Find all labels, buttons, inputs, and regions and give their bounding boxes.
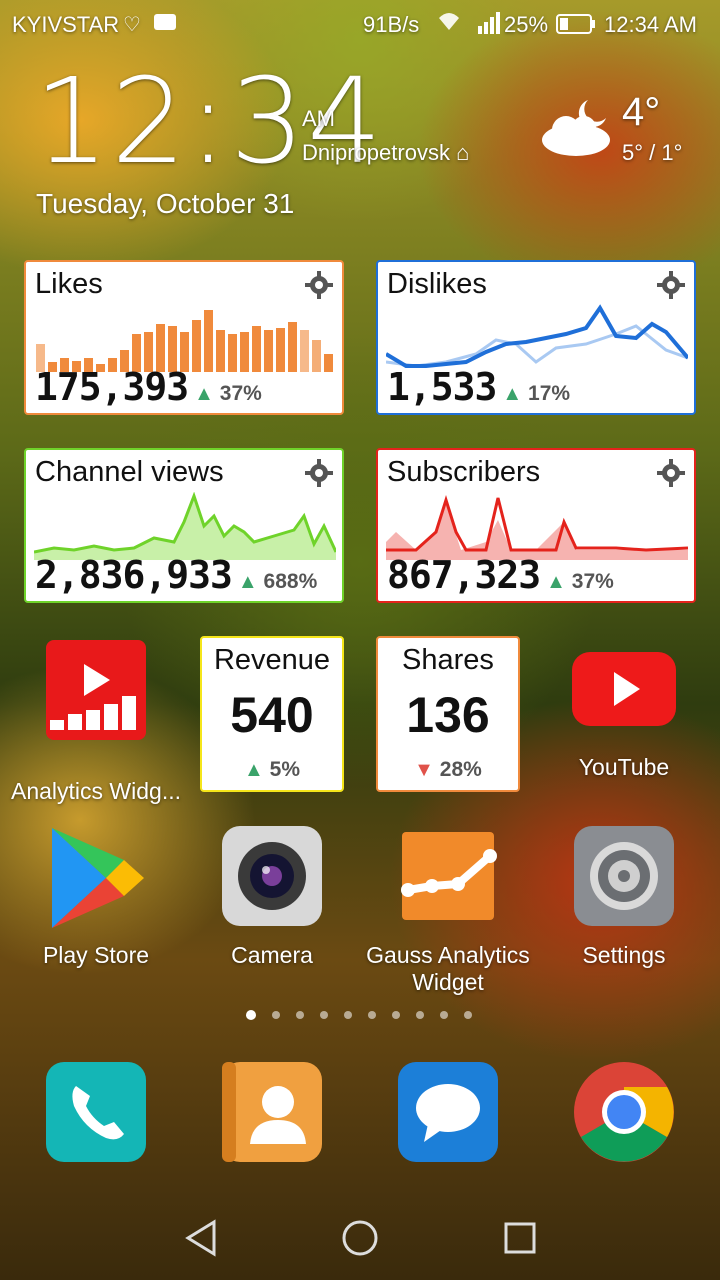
analytics-widget-icon — [46, 640, 146, 740]
subscribers-change: 37% — [571, 570, 614, 593]
messages-app[interactable] — [398, 1062, 498, 1162]
trend-up-icon: ▲ — [546, 571, 566, 593]
camera-app[interactable] — [222, 826, 322, 926]
likes-value: 175,393 ▲ 37% — [35, 365, 262, 409]
shares-widget[interactable]: Shares 136 ▼ 28% — [376, 636, 520, 792]
page-dot — [392, 1011, 400, 1019]
back-button[interactable] — [182, 1218, 222, 1263]
city-label: Dnipropetrovsk — [302, 140, 450, 165]
play-store-icon — [52, 828, 144, 928]
settings-icon — [574, 826, 674, 926]
revenue-widget[interactable]: Revenue 540 ▲ 5% — [200, 636, 344, 792]
youtube-icon — [572, 652, 676, 726]
page-dot — [296, 1011, 304, 1019]
shares-value: 136 — [406, 687, 490, 743]
page-dot — [320, 1011, 328, 1019]
settings-label: Settings — [582, 942, 666, 968]
views-change: 688% — [263, 570, 318, 593]
youtube-app[interactable] — [572, 652, 676, 726]
trend-up-icon: ▲ — [194, 383, 214, 405]
views-value: 2,836,933 ▲ 688% — [35, 553, 318, 597]
battery-icon — [556, 14, 596, 40]
shares-title: Shares — [402, 644, 494, 676]
weather-temperature: 4° — [622, 90, 661, 134]
likes-change: 37% — [219, 382, 262, 405]
clock-date: Tuesday, October 31 — [36, 188, 295, 219]
clock-ampm: AM — [302, 106, 335, 131]
play-store-app[interactable] — [46, 826, 146, 930]
weather-city[interactable]: Dnipropetrovsk ⌂ — [302, 140, 469, 166]
dislikes-title: Dislikes — [387, 268, 487, 300]
gear-icon[interactable] — [304, 270, 334, 300]
gear-icon[interactable] — [656, 458, 686, 488]
views-widget[interactable]: Channel views 2,836,933 ▲ 688% — [24, 448, 344, 603]
views-chart — [34, 492, 336, 560]
gauss-label: Gauss Analytics Widget — [366, 942, 530, 995]
analytics-widget-label: Analytics Widg... — [11, 778, 181, 804]
trend-up-icon: ▲ — [502, 383, 523, 405]
page-dot — [344, 1011, 352, 1019]
views-title: Channel views — [35, 456, 224, 488]
likes-chart — [36, 310, 333, 372]
recents-button[interactable] — [500, 1218, 540, 1263]
back-icon — [185, 1219, 216, 1257]
shares-change: 28% — [439, 758, 482, 781]
signal-icon — [478, 12, 502, 40]
camera-label: Camera — [231, 942, 313, 968]
dislikes-chart — [386, 304, 688, 368]
page-dot — [440, 1011, 448, 1019]
gear-icon[interactable] — [656, 270, 686, 300]
gauss-icon — [401, 832, 497, 920]
network-speed: 91B/s — [363, 12, 420, 37]
chrome-app[interactable] — [572, 1060, 676, 1164]
likes-title: Likes — [35, 268, 103, 300]
page-dot — [464, 1011, 472, 1019]
subscribers-value: 867,323 ▲ 37% — [387, 553, 614, 597]
trend-up-icon: ▲ — [237, 571, 258, 593]
settings-app[interactable] — [574, 826, 674, 926]
weather-range: 5° / 1° — [622, 140, 683, 165]
dislikes-change: 17% — [528, 382, 571, 405]
revenue-change: 5% — [269, 758, 300, 781]
wifi-icon — [437, 10, 461, 38]
home-location-icon: ⌂ — [456, 140, 470, 165]
trend-up-icon: ▲ — [244, 759, 264, 781]
video-icon — [154, 14, 176, 30]
play-store-label: Play Store — [42, 942, 150, 968]
dislikes-widget[interactable]: Dislikes 1,533 ▲ 17% — [376, 260, 696, 415]
likes-widget[interactable]: Likes 175,393 ▲ 37% — [24, 260, 344, 415]
health-icon: ♡ — [123, 14, 141, 36]
carrier-label: KYIVSTAR — [12, 12, 120, 37]
revenue-title: Revenue — [213, 644, 331, 676]
status-bar: KYIVSTAR ♡ 91B/s 25% 12:34 AM — [0, 0, 720, 48]
page-dot-active — [246, 1010, 256, 1020]
gauss-app[interactable] — [398, 826, 498, 926]
subscribers-title: Subscribers — [387, 456, 541, 488]
phone-icon — [46, 1062, 146, 1162]
page-dot — [368, 1011, 376, 1019]
home-button[interactable] — [340, 1218, 380, 1263]
gear-icon[interactable] — [304, 458, 334, 488]
battery-percent: 25% — [504, 12, 549, 37]
dislikes-value: 1,533 ▲ 17% — [387, 365, 571, 409]
phone-app[interactable] — [46, 1062, 146, 1162]
trend-down-icon: ▼ — [414, 759, 434, 781]
weather-icon[interactable] — [536, 92, 616, 167]
page-dot — [272, 1011, 280, 1019]
contacts-app[interactable] — [222, 1062, 322, 1162]
subscribers-chart — [386, 494, 688, 560]
youtube-label: YouTube — [578, 754, 670, 780]
analytics-widget-app[interactable] — [46, 640, 146, 740]
page-dot — [416, 1011, 424, 1019]
messages-icon — [398, 1062, 498, 1162]
subscribers-widget[interactable]: Subscribers 867,323 ▲ 37% — [376, 448, 696, 603]
status-time: 12:34 AM — [604, 12, 697, 37]
revenue-value: 540 — [230, 687, 314, 743]
contacts-icon — [222, 1062, 322, 1162]
camera-icon — [222, 826, 322, 926]
recents-icon — [504, 1222, 536, 1254]
home-icon — [342, 1220, 378, 1256]
chrome-icon — [574, 1062, 674, 1162]
